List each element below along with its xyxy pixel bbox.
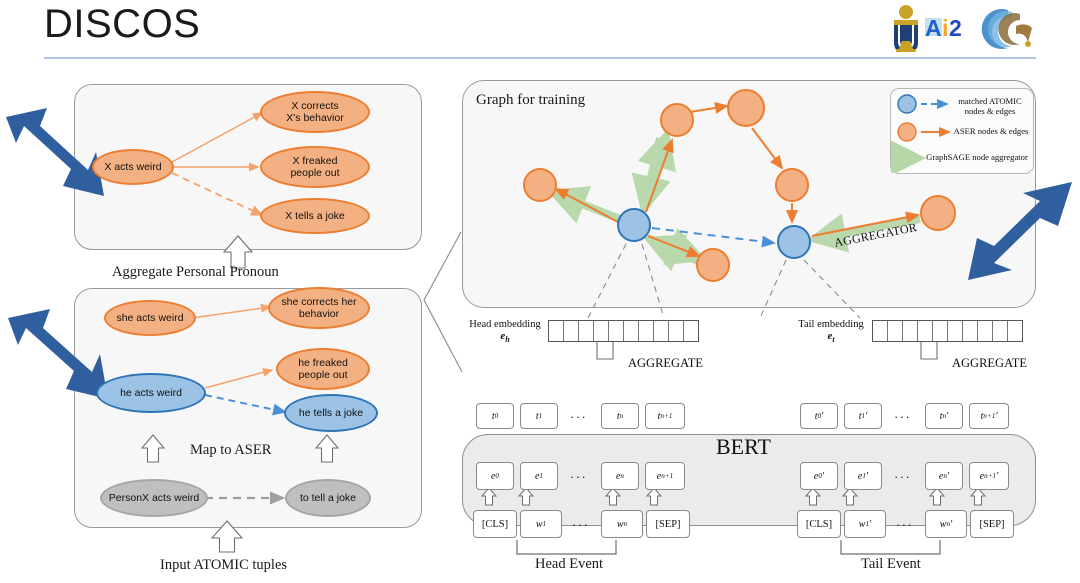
node-x-acts-weird[interactable]: X acts weird xyxy=(92,149,174,185)
tail-input-embedding-0: e 0 ′ xyxy=(800,462,838,490)
tail-embedding-cells xyxy=(872,320,1023,342)
legend-label-matched-atomic: matched ATOMIC nodes & edges xyxy=(958,96,1022,116)
head-embedding-cells xyxy=(548,320,699,342)
head-word-n: wn xyxy=(601,510,643,538)
node-label: X freaked people out xyxy=(290,155,340,179)
ai2-wordmark-logo: A i 2 xyxy=(925,15,962,41)
head-input-embedding-n1: e n+1 xyxy=(645,462,685,490)
tail-input-ellipsis: ··· xyxy=(894,469,912,484)
node-label: PersonX acts weird xyxy=(108,492,200,504)
node-to-tell-a-joke[interactable]: to tell a joke xyxy=(285,479,371,517)
tail-input-embedding-n1: e n+1 ′ xyxy=(969,462,1009,490)
graph-node-aser-far-left[interactable] xyxy=(523,168,557,202)
head-word-cls: [CLS] xyxy=(473,510,517,538)
head-output-token-1: t1 xyxy=(520,403,558,429)
node-label: X acts weird xyxy=(104,161,162,173)
node-label: X corrects X's behavior xyxy=(286,100,344,124)
tail-word-cls: [CLS] xyxy=(797,510,841,538)
node-label: he tells a joke xyxy=(298,407,364,419)
node-x-tells-a-joke[interactable]: X tells a joke xyxy=(260,198,370,234)
graph-node-aser-top-left[interactable] xyxy=(660,103,694,137)
head-output-token-n1: t n+1 xyxy=(645,403,685,429)
svg-text:2: 2 xyxy=(949,15,962,41)
node-she-acts-weird[interactable]: she acts weird xyxy=(104,300,196,336)
node-personx-acts-weird[interactable]: PersonX acts weird xyxy=(100,479,208,517)
head-word-sep: [SEP] xyxy=(646,510,690,538)
node-he-acts-weird[interactable]: he acts weird xyxy=(96,373,206,413)
head-output-token-0: t0 xyxy=(476,403,514,429)
graph-node-tail-atomic[interactable] xyxy=(777,225,811,259)
head-input-embedding-1: e1 xyxy=(520,462,558,490)
graph-node-aser-below-head[interactable] xyxy=(696,248,730,282)
graph-panel-title: Graph for training xyxy=(476,92,586,108)
caption-map-to-aser: Map to ASER xyxy=(190,442,272,458)
svg-text:i: i xyxy=(942,15,948,41)
node-label: X tells a joke xyxy=(285,210,345,222)
graph-node-aser-far-right[interactable] xyxy=(920,195,956,231)
caption-input-atomic-tuples: Input ATOMIC tuples xyxy=(160,557,288,573)
aggregate-label-tail: AGGREGATE xyxy=(952,356,1027,370)
tail-word-sep: [SEP] xyxy=(970,510,1014,538)
tail-output-token-n1: t n+1 ′ xyxy=(969,403,1009,429)
graph-node-aser-top-right[interactable] xyxy=(727,89,765,127)
event-brackets xyxy=(516,540,941,555)
legend-label-aser: ASER nodes & edges xyxy=(953,126,1029,136)
legend-blue-node-icon xyxy=(897,94,917,114)
node-he-freaked-people-out[interactable]: he freaked people out xyxy=(276,348,370,390)
node-label: he acts weird xyxy=(120,387,182,399)
tail-input-embedding-n: e n ′ xyxy=(925,462,963,490)
tail-word-n: w n ′ xyxy=(925,510,967,538)
hkust-logo xyxy=(981,9,1032,49)
head-output-ellipsis: ··· xyxy=(570,409,588,424)
caption-aggregate-personal-pronoun: Aggregate Personal Pronoun xyxy=(112,264,279,280)
node-label: she acts weird xyxy=(116,312,184,324)
logo-group: A i 2 xyxy=(888,4,1038,55)
head-input-embedding-n: en xyxy=(601,462,639,490)
bert-model-label: BERT xyxy=(716,434,771,459)
head-output-token-n: tn xyxy=(601,403,639,429)
tail-output-token-1: t 1 ′ xyxy=(844,403,882,429)
caption-tail-event: Tail Event xyxy=(861,556,921,572)
graph-legend: matched ATOMIC nodes & edges ASER nodes &… xyxy=(890,88,1034,174)
node-x-corrects-behavior[interactable]: X corrects X's behavior xyxy=(260,91,370,133)
legend-label-graphsage: GraphSAGE node aggregator xyxy=(926,152,1028,162)
node-x-freaked-people-out[interactable]: X freaked people out xyxy=(260,146,370,188)
head-word-ellipsis: ··· xyxy=(572,517,590,532)
page-title: DISCOS xyxy=(44,2,201,46)
head-embedding-label: Head embedding eh xyxy=(469,319,541,345)
caption-head-event: Head Event xyxy=(535,556,604,572)
tail-embedding-label: Tail embedding et xyxy=(798,319,864,345)
node-label: he freaked people out xyxy=(298,357,348,381)
graph-node-head-atomic[interactable] xyxy=(617,208,651,242)
node-she-corrects-her-behavior[interactable]: she corrects her behavior xyxy=(268,287,370,329)
allenai-torch-logo xyxy=(894,5,918,55)
head-word-1: w1 xyxy=(520,510,562,538)
head-input-ellipsis: ··· xyxy=(570,469,588,484)
legend-orange-node-icon xyxy=(897,122,917,142)
node-he-tells-a-joke[interactable]: he tells a joke xyxy=(284,394,378,432)
tail-output-ellipsis: ··· xyxy=(894,409,912,424)
node-label: she corrects her behavior xyxy=(281,296,357,320)
node-label: to tell a joke xyxy=(299,492,357,504)
tail-word-ellipsis: ··· xyxy=(896,517,914,532)
header-divider xyxy=(44,57,1036,59)
tail-output-token-n: t n ′ xyxy=(925,403,963,429)
tail-word-1: w 1 ′ xyxy=(844,510,886,538)
tail-output-token-0: t 0 ′ xyxy=(800,403,838,429)
graph-node-aser-mid-right[interactable] xyxy=(775,168,809,202)
aggregate-label-head: AGGREGATE xyxy=(628,356,703,370)
head-input-embedding-0: e0 xyxy=(476,462,514,490)
tail-input-embedding-1: e 1 ′ xyxy=(844,462,882,490)
